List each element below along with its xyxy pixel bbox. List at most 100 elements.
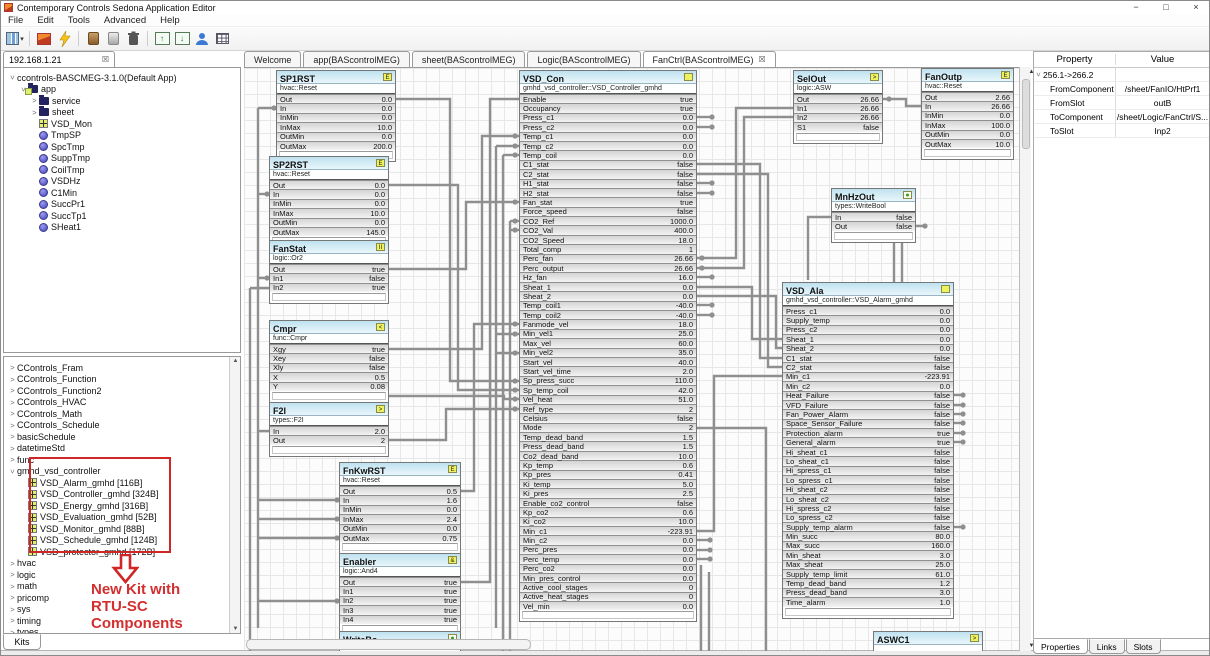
menu-edit[interactable]: Edit (30, 14, 60, 27)
tree-item-TmpSP[interactable]: TmpSP (4, 130, 240, 142)
property-row[interactable]: ToComponent/sheet/Logic/FanCtrl/S... (1034, 110, 1209, 124)
slot-row[interactable]: Min_c20.0 (783, 381, 953, 390)
slot-row[interactable]: Protection_alarmtrue (783, 428, 953, 437)
slot-row[interactable]: Temp_c10.0 (520, 132, 696, 141)
slot-row[interactable]: Celsiusfalse (520, 413, 696, 422)
slot-row[interactable]: OutMax145.0 (270, 227, 388, 236)
slot-row[interactable]: In1true (340, 586, 460, 595)
slot-row[interactable]: Supply_temp0.0 (783, 315, 953, 324)
tree-item-CoilTmp[interactable]: CoilTmp (4, 164, 240, 176)
slot-row[interactable]: In0.0 (270, 189, 388, 198)
slot-row[interactable]: Temp_dead_band1.5 (520, 432, 696, 441)
block-header[interactable]: MnHzOut● (832, 189, 915, 202)
slot-row[interactable]: Ki_temp5.0 (520, 479, 696, 488)
slot-row[interactable]: Press_dead_band3.0 (783, 588, 953, 597)
tab-sheet(BAScontrolMEG)[interactable]: sheet(BAScontrolMEG) (412, 51, 526, 67)
slot-row[interactable]: In126.66 (794, 103, 882, 112)
scroll-up-icon[interactable]: ▲ (1026, 69, 1038, 75)
slot-row[interactable]: Out26.66 (794, 94, 882, 103)
slot-row[interactable]: Press_c20.0 (520, 122, 696, 131)
slot-row[interactable]: Total_comp1 (520, 244, 696, 253)
slot-row[interactable]: OutMax0.75 (340, 533, 460, 542)
lightning-button[interactable] (54, 29, 74, 48)
slot-row[interactable]: In226.66 (794, 113, 882, 122)
slot-row[interactable]: S1false (794, 122, 882, 131)
send-to-device-button[interactable]: ↑ (152, 29, 172, 48)
slot-row[interactable]: Occupancytrue (520, 103, 696, 112)
slot-row[interactable]: CO2_Ref1000.0 (520, 216, 696, 225)
slot-row[interactable]: Hi_sheat_c1false (783, 447, 953, 456)
slot-row[interactable]: In1false (270, 273, 388, 282)
scroll-up-icon[interactable]: ▲ (230, 358, 241, 364)
slot-row[interactable]: CO2_Val400.0 (520, 225, 696, 234)
slot-row[interactable]: Ref_type2 (520, 404, 696, 413)
tab-Logic(BAScontrolMEG)[interactable]: Logic(BAScontrolMEG) (527, 51, 640, 67)
horizontal-scrollbar-thumb[interactable] (246, 639, 531, 650)
slot-row[interactable]: Hz_fan16.0 (520, 272, 696, 281)
layout-panels-button[interactable]: ▾ (5, 29, 25, 48)
slot-row[interactable]: Press_c10.0 (783, 306, 953, 315)
slot-row[interactable]: Sheat_20.0 (520, 291, 696, 300)
tree-item-VSDHz[interactable]: VSDHz (4, 176, 240, 188)
slot-row[interactable]: In2true (340, 596, 460, 605)
tree-item-func[interactable]: >func (4, 454, 240, 466)
slot-row[interactable]: InMin0.0 (922, 111, 1013, 120)
connections-button[interactable] (192, 29, 212, 48)
scroll-down-icon[interactable]: ▼ (1026, 643, 1038, 649)
slot-row[interactable]: Out0.0 (270, 180, 388, 189)
wiresheet-canvas[interactable]: SP1RSTEhvac::ResetOut0.0In0.0InMin0.0InM… (244, 67, 1019, 651)
tree-item-datetimeStd[interactable]: >datetimeStd (4, 443, 240, 455)
slot-row[interactable]: OutMin0.0 (340, 524, 460, 533)
vertical-scrollbar[interactable]: ▲ ▼ (1019, 67, 1031, 651)
slot-row[interactable]: Lo_spress_c2false (783, 513, 953, 522)
slot-row[interactable]: Max_vel60.0 (520, 338, 696, 347)
slot-row[interactable]: Min_vel125.0 (520, 329, 696, 338)
slot-row[interactable]: Perc_output26.66 (520, 263, 696, 272)
slot-row[interactable]: Hi_sheat_c2false (783, 484, 953, 493)
slot-row[interactable]: Min_vel235.0 (520, 348, 696, 357)
tree-item-VSD_Schedule_gmhd [124B][interactable]: VSD_Schedule_gmhd [124B] (4, 535, 240, 547)
tab-Welcome[interactable]: Welcome (244, 51, 301, 67)
slot-row[interactable]: OutMin0.0 (922, 130, 1013, 139)
tree-item-VSD_Energy_gmhd [316B][interactable]: VSD_Energy_gmhd [316B] (4, 500, 240, 512)
slot-row[interactable]: In26.66 (922, 101, 1013, 110)
slot-row[interactable]: Hi_spress_c2false (783, 503, 953, 512)
grid-table-button[interactable] (212, 29, 232, 48)
tree-item-CControls_HVAC[interactable]: >CControls_HVAC (4, 397, 240, 409)
block-header[interactable]: VSD_Ala (783, 283, 953, 296)
slot-row[interactable]: Min_succ80.0 (783, 531, 953, 540)
tab-slots[interactable]: Slots (1126, 639, 1161, 654)
slot-row[interactable]: Lo_sheat_c1false (783, 456, 953, 465)
block-header[interactable]: Enabler& (340, 554, 460, 567)
slot-row[interactable]: OutMax200.0 (277, 141, 395, 150)
slot-row[interactable]: Space_Sensor_Failurefalse (783, 419, 953, 428)
slot-row[interactable]: Min_pres_control0.0 (520, 573, 696, 582)
block-header[interactable]: SP2RSTE (270, 157, 388, 170)
block-MnHzOut[interactable]: MnHzOut●types::WriteBoolInfalseOutfalse (831, 188, 916, 243)
slot-row[interactable]: General_alarmtrue (783, 437, 953, 446)
property-row[interactable]: ToSlotInp2 (1034, 124, 1209, 138)
tree-item-VSD_Evaluation_gmhd [52B][interactable]: VSD_Evaluation_gmhd [52B] (4, 512, 240, 524)
tree-item-CControls_Math[interactable]: >CControls_Math (4, 408, 240, 420)
slot-row[interactable]: Out0.0 (277, 94, 395, 103)
slot-row[interactable]: Perc_fan26.66 (520, 254, 696, 263)
slot-row[interactable]: Xlyfalse (270, 363, 388, 372)
tree-item-app[interactable]: >app (4, 84, 240, 96)
tree-item-CControls_Function[interactable]: >CControls_Function (4, 374, 240, 386)
slot-row[interactable]: Sp_press_succ110.0 (520, 376, 696, 385)
kits-tab[interactable]: Kits (3, 634, 41, 650)
slot-row[interactable]: In2true (270, 283, 388, 292)
slot-row[interactable]: Lo_spress_c1false (783, 475, 953, 484)
slot-row[interactable]: Temp_coil1-40.0 (520, 301, 696, 310)
slot-row[interactable]: Supply_temp_alarmfalse (783, 522, 953, 531)
slot-row[interactable]: Out0.5 (340, 486, 460, 495)
slot-row[interactable]: Hi_spress_c1false (783, 466, 953, 475)
slot-row[interactable]: Y0.08 (270, 382, 388, 391)
block-header[interactable]: SP1RSTE (277, 71, 395, 84)
slot-row[interactable]: Mode2 (520, 423, 696, 432)
property-link-row[interactable]: >256.1->266.2 (1034, 68, 1209, 82)
tree-item-service[interactable]: >service (4, 95, 240, 107)
tree-item-VSD_Monitor_gmhd [88B][interactable]: VSD_Monitor_gmhd [88B] (4, 523, 240, 535)
slot-row[interactable]: Perc_co20.0 (520, 564, 696, 573)
slot-row[interactable]: Min_c1-223.91 (783, 372, 953, 381)
